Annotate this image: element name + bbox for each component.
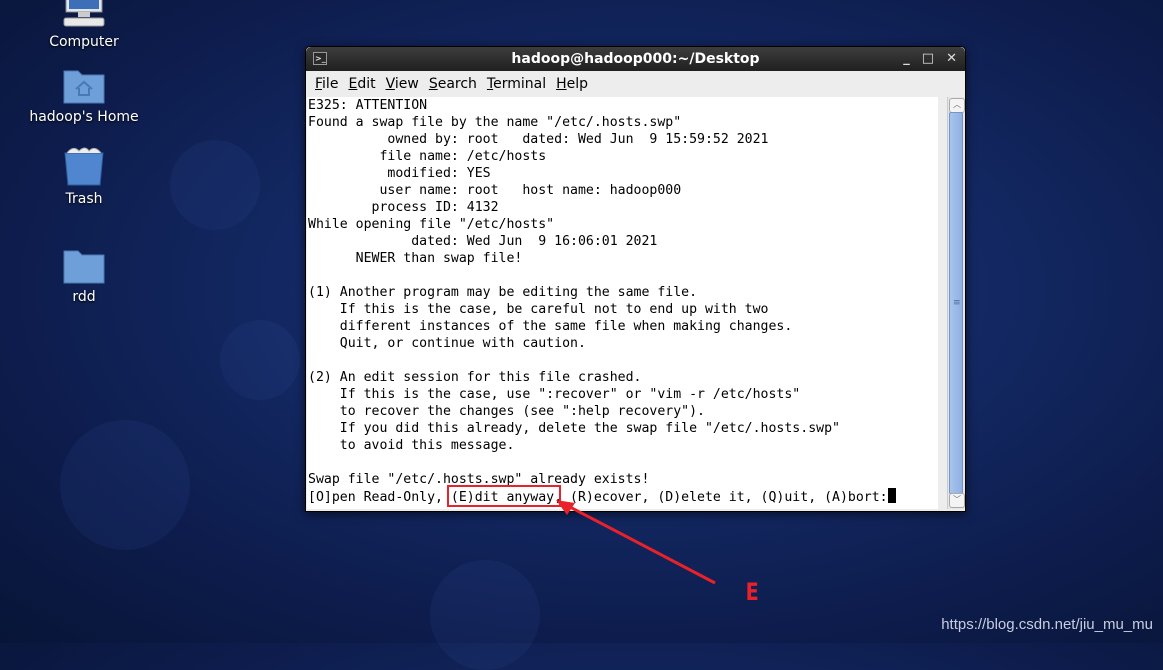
arrow-line bbox=[567, 504, 716, 585]
watermark: https://blog.csdn.net/jiu_mu_mu bbox=[941, 616, 1153, 633]
annotation-label: E bbox=[745, 578, 759, 606]
annotation-arrow bbox=[556, 500, 716, 585]
